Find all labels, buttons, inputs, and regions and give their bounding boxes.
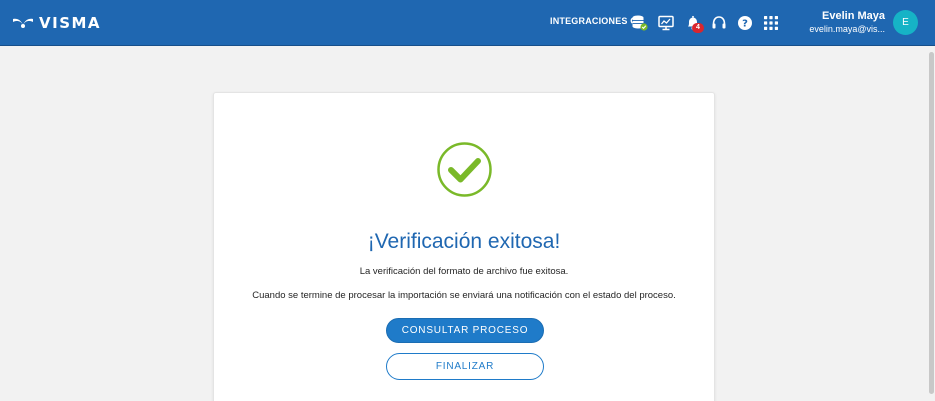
visma-logo-icon (13, 18, 33, 28)
svg-text:?: ? (742, 19, 748, 30)
avatar[interactable]: E (893, 10, 918, 35)
page-title: ¡Verificación exitosa! (367, 230, 561, 253)
user-email: evelin.maya@vis... (809, 24, 885, 34)
visma-logo[interactable]: VISMA (12, 13, 101, 33)
monitor-chart-icon[interactable] (657, 14, 675, 32)
notification-count-badge: 4 (692, 23, 704, 33)
success-check-icon (436, 141, 493, 198)
apps-grid-icon[interactable] (762, 14, 780, 32)
user-menu[interactable]: Evelin Maya evelin.maya@vis... (800, 9, 885, 36)
user-name: Evelin Maya (822, 10, 885, 22)
top-bar: VISMA INTEGRACIONES CS 4 ? Evelin Maya e… (0, 0, 935, 46)
verification-message: La verificación del formato de archivo f… (359, 266, 569, 277)
page-scrollbar[interactable] (928, 46, 935, 401)
database-check-icon[interactable] (631, 14, 649, 32)
app-page: VISMA INTEGRACIONES CS 4 ? Evelin Maya e… (0, 0, 935, 401)
notifications-button[interactable]: 4 (684, 14, 704, 33)
help-icon[interactable]: ? (736, 14, 754, 32)
integrations-link[interactable]: INTEGRACIONES CS (550, 16, 643, 26)
finalizar-button[interactable]: FINALIZAR (386, 353, 544, 380)
consultar-proceso-button[interactable]: CONSULTAR PROCESO (386, 318, 544, 343)
headset-icon[interactable] (710, 14, 728, 32)
verification-result-card: ¡Verificación exitosa! La verificación d… (213, 92, 715, 401)
scrollbar-thumb[interactable] (929, 52, 934, 394)
process-note: Cuando se termine de procesar la importa… (252, 290, 676, 301)
brand-name: VISMA (39, 14, 102, 32)
